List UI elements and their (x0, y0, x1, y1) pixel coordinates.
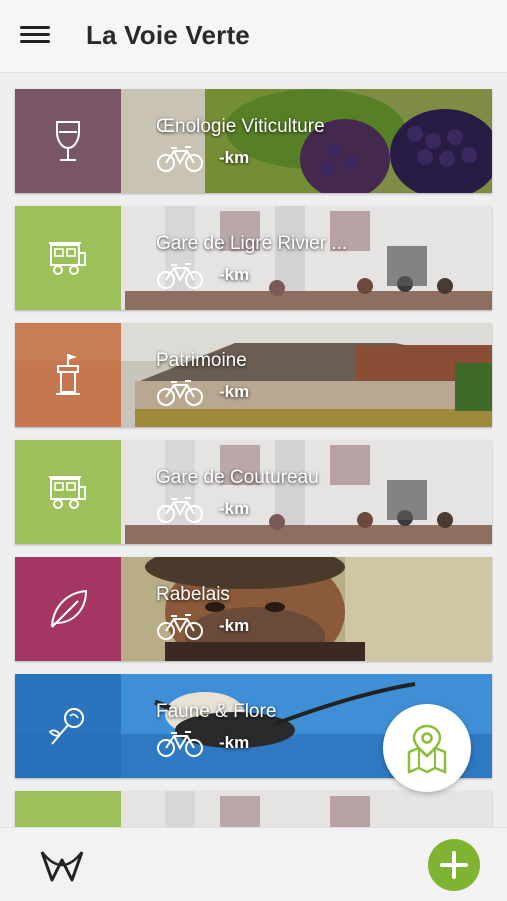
item-title: Gare de Coutureau (156, 467, 319, 488)
bicycle-icon (157, 146, 203, 172)
category-panel (15, 557, 121, 661)
leaf-icon (50, 589, 88, 628)
item-title: Gare de Ligré Rivier ... (156, 233, 348, 254)
category-panel (15, 323, 121, 427)
item-distance: -km (219, 265, 250, 284)
menu-button[interactable] (20, 22, 52, 50)
train-icon (49, 242, 86, 275)
item-distance: -km (219, 499, 250, 518)
bicycle-icon (157, 614, 203, 640)
list-item-gare-coutureau[interactable]: Gare de Coutureau -km (15, 440, 492, 544)
item-distance: -km (219, 733, 250, 752)
item-distance: -km (219, 382, 250, 401)
category-panel (15, 89, 121, 193)
rose-icon (48, 708, 84, 745)
train-icon (49, 476, 86, 509)
item-distance: -km (219, 148, 250, 167)
category-panel (15, 440, 121, 544)
item-distance: -km (219, 616, 250, 635)
bicycle-icon (157, 497, 203, 523)
bicycle-icon (157, 263, 203, 289)
tower-flag-icon (56, 354, 80, 395)
list-item-oenologie[interactable]: Œnologie Viticulture -km (15, 89, 492, 193)
item-title: Œnologie Viticulture (156, 116, 325, 137)
bicycle-icon (157, 731, 203, 757)
app-title: La Voie Verte (86, 20, 250, 50)
item-title: Faune & Flore (156, 701, 277, 722)
voie-verte-logo-icon[interactable] (40, 848, 84, 884)
bicycle-icon (157, 380, 203, 406)
category-panel (15, 674, 121, 778)
item-title: Patrimoine (156, 350, 247, 371)
hamburger-icon (20, 26, 50, 29)
item-title: Rabelais (156, 584, 230, 605)
bottom-bar (0, 827, 507, 901)
map-pin-icon (407, 724, 447, 774)
add-button[interactable] (428, 839, 480, 891)
map-button[interactable] (383, 704, 471, 792)
category-panel (15, 791, 121, 827)
list-item-rabelais[interactable]: Rabelais -km (15, 557, 492, 661)
plus-icon (440, 851, 468, 879)
list-item-patrimoine[interactable]: Patrimoine -km (15, 323, 492, 427)
list-item-partial[interactable] (15, 791, 492, 827)
list-item-gare-ligre[interactable]: Gare de Ligré Rivier ... -km (15, 206, 492, 310)
top-bar: La Voie Verte (0, 0, 507, 73)
wine-glass-icon (56, 121, 80, 161)
category-panel (15, 206, 121, 310)
